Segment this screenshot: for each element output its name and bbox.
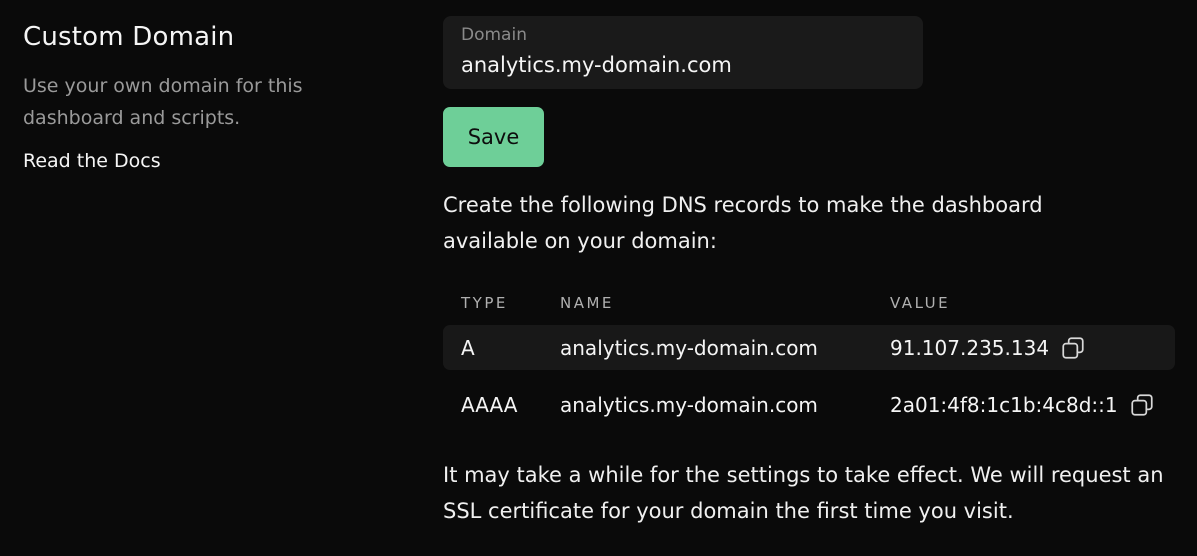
- record-value-cell: 91.107.235.134: [890, 334, 1175, 362]
- dns-records-table: TYPE NAME VALUE A analytics.my-domain.co…: [443, 289, 1175, 427]
- domain-field[interactable]: Domain: [443, 16, 923, 89]
- record-value: 91.107.235.134: [890, 335, 1050, 360]
- read-docs-link[interactable]: Read the Docs: [23, 150, 161, 172]
- header-name: NAME: [560, 294, 614, 312]
- domain-input[interactable]: [461, 50, 905, 80]
- section-sidebar: Custom Domain Use your own domain for th…: [23, 18, 343, 172]
- table-row: A analytics.my-domain.com 91.107.235.134: [443, 325, 1175, 370]
- record-name: analytics.my-domain.com: [560, 335, 818, 360]
- record-type: A: [461, 335, 475, 360]
- record-name: analytics.my-domain.com: [560, 392, 818, 417]
- record-value: 2a01:4f8:1c1b:4c8d::1: [890, 392, 1118, 417]
- header-value: VALUE: [890, 294, 951, 312]
- header-type: TYPE: [461, 294, 508, 312]
- record-type: AAAA: [461, 392, 518, 417]
- table-row: AAAA analytics.my-domain.com 2a01:4f8:1c…: [443, 382, 1175, 427]
- domain-field-label: Domain: [461, 25, 527, 45]
- section-title: Custom Domain: [23, 22, 235, 52]
- section-description: Use your own domain for this dashboard a…: [23, 75, 303, 129]
- table-header: TYPE NAME VALUE: [443, 289, 1175, 317]
- ssl-note: It may take a while for the settings to …: [443, 463, 1164, 523]
- record-value-cell: 2a01:4f8:1c1b:4c8d::1: [890, 391, 1175, 419]
- save-button[interactable]: Save: [443, 107, 544, 167]
- copy-icon[interactable]: [1128, 391, 1156, 419]
- domain-form: Domain Save Create the following DNS rec…: [443, 16, 1175, 529]
- dns-instructions: Create the following DNS records to make…: [443, 193, 1043, 253]
- copy-icon[interactable]: [1059, 334, 1087, 362]
- custom-domain-settings: Custom Domain Use your own domain for th…: [0, 0, 1197, 556]
